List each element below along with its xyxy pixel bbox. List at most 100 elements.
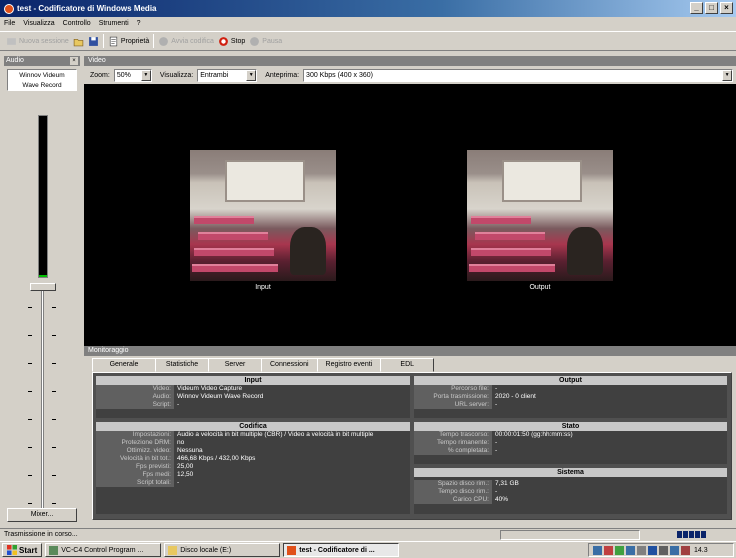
slider-tick bbox=[52, 419, 56, 420]
status-bar: Trasmissione in corso... bbox=[0, 528, 736, 540]
state-label: Tempo trascorso: bbox=[414, 431, 492, 439]
zoom-select[interactable]: 50% ▼ bbox=[113, 68, 152, 82]
encoder-window: test - Codificatore di Windows Media _ □… bbox=[0, 0, 736, 558]
input-section-title: Input bbox=[96, 376, 410, 385]
seat-row bbox=[198, 232, 268, 240]
chevron-down-icon[interactable]: ▼ bbox=[722, 69, 733, 81]
input-label: Script: bbox=[96, 401, 174, 409]
input-video-frame bbox=[190, 150, 336, 281]
tray-icon[interactable] bbox=[604, 545, 613, 555]
tray-icon[interactable] bbox=[659, 545, 668, 555]
tray-icon[interactable] bbox=[593, 545, 602, 555]
taskbar: Start VC-C4 Control Program ... Disco lo… bbox=[0, 541, 736, 558]
menu-tools[interactable]: Strumenti bbox=[99, 20, 129, 27]
toolbar: Nuova sessione Proprietà Avvia codifica … bbox=[0, 31, 736, 51]
encoding-value: Audio a velocità in bit multiple (CBR) /… bbox=[177, 431, 374, 438]
app-icon bbox=[4, 3, 14, 14]
encoding-value: no bbox=[177, 439, 185, 446]
tray-icon[interactable] bbox=[670, 545, 679, 555]
tab-event-log[interactable]: Registro eventi bbox=[316, 358, 382, 372]
state-section-title: Stato bbox=[414, 422, 727, 431]
monitor-panel-header: Monitoraggio bbox=[84, 346, 736, 356]
task-button-local-disk[interactable]: Disco locale (E:) bbox=[164, 543, 281, 557]
chevron-down-icon[interactable]: ▼ bbox=[140, 69, 151, 81]
tray-icon[interactable] bbox=[648, 545, 657, 555]
input-section: Input Video: Videum Video Capture Audio: W… bbox=[96, 376, 410, 418]
mixer-button[interactable]: Mixer... bbox=[7, 508, 77, 522]
output-label: Porta trasmissione: bbox=[414, 393, 492, 401]
input-label: Video: bbox=[96, 385, 174, 393]
minimize-button[interactable]: _ bbox=[690, 2, 703, 14]
open-icon[interactable] bbox=[73, 36, 84, 47]
tray-icon[interactable] bbox=[615, 545, 624, 555]
slider-tick bbox=[28, 419, 32, 420]
menu-help[interactable]: ? bbox=[137, 20, 141, 27]
start-encoding-icon bbox=[159, 36, 169, 46]
stop-icon bbox=[218, 36, 228, 46]
tab-general[interactable]: Generale bbox=[92, 358, 156, 372]
output-value: - bbox=[495, 401, 498, 408]
volume-slider-thumb[interactable] bbox=[30, 283, 56, 291]
menu-control[interactable]: Controllo bbox=[63, 20, 91, 27]
new-session-button[interactable]: Nuova sessione bbox=[6, 36, 69, 47]
preview-label: Anteprima: bbox=[265, 71, 300, 79]
output-value: 2020 - 0 client bbox=[495, 393, 536, 400]
encoding-label: Fps previsti: bbox=[96, 463, 174, 471]
monitor-tabs: Generale Statistiche Server Connessioni … bbox=[92, 358, 435, 372]
video-panel-header: Video bbox=[84, 56, 736, 66]
volume-slider-track[interactable] bbox=[41, 285, 44, 511]
close-button[interactable]: × bbox=[720, 2, 733, 14]
output-label: Percorso file: bbox=[414, 385, 492, 393]
encoding-section-title: Codifica bbox=[96, 422, 410, 431]
state-label: % completata: bbox=[414, 447, 492, 455]
slider-tick bbox=[52, 307, 56, 308]
audio-device-box[interactable]: Winnov Videum Wave Record bbox=[7, 69, 77, 91]
input-value: Winnov Videum Wave Record bbox=[177, 393, 264, 400]
state-value: - bbox=[495, 447, 498, 454]
stop-button[interactable]: Stop bbox=[218, 36, 245, 47]
projection-screen bbox=[225, 160, 305, 202]
tab-server[interactable]: Server bbox=[208, 358, 262, 372]
slider-tick bbox=[52, 391, 56, 392]
seat-row bbox=[475, 232, 545, 240]
start-button[interactable]: Start bbox=[2, 543, 43, 557]
chevron-down-icon[interactable]: ▼ bbox=[246, 69, 257, 81]
start-encoding-button[interactable]: Avvia codifica bbox=[158, 36, 214, 47]
maximize-button[interactable]: □ bbox=[705, 2, 718, 14]
audio-level-meter bbox=[28, 111, 58, 511]
pause-button[interactable]: Pausa bbox=[249, 36, 282, 47]
preview-select[interactable]: 300 Kbps (400 x 360) ▼ bbox=[303, 68, 734, 82]
task-button-control-program[interactable]: VC-C4 Control Program ... bbox=[45, 543, 162, 557]
status-segment bbox=[500, 530, 640, 540]
encoding-value: Nessuna bbox=[177, 447, 203, 454]
tray-icon[interactable] bbox=[637, 545, 646, 555]
save-icon[interactable] bbox=[88, 36, 99, 47]
view-label: Visualizza: bbox=[159, 71, 194, 79]
projection-screen bbox=[502, 160, 582, 202]
encoding-label: Impostazioni: bbox=[96, 431, 174, 439]
menu-view[interactable]: Visualizza bbox=[23, 20, 54, 27]
seat-row bbox=[471, 248, 551, 256]
tray-icon[interactable] bbox=[681, 545, 690, 555]
slider-tick bbox=[28, 335, 32, 336]
new-session-icon bbox=[7, 37, 16, 45]
task-button-encoder[interactable]: test - Codificatore di ... bbox=[283, 543, 400, 557]
tab-connections[interactable]: Connessioni bbox=[261, 358, 318, 372]
folder-icon bbox=[168, 545, 178, 555]
video-panel: Video Zoom: 50% ▼ Visualizza: Entrambi ▼ A… bbox=[84, 56, 736, 346]
tab-statistics[interactable]: Statistiche bbox=[155, 358, 209, 372]
menu-file[interactable]: File bbox=[4, 20, 15, 27]
tab-edl[interactable]: EDL bbox=[380, 358, 435, 372]
slider-tick bbox=[28, 307, 32, 308]
toolbar-separator bbox=[153, 34, 155, 48]
seat-row bbox=[469, 264, 555, 272]
tray-icon[interactable] bbox=[626, 545, 635, 555]
properties-button[interactable]: Proprietà bbox=[108, 36, 149, 47]
activity-indicator bbox=[677, 531, 706, 538]
seat-row bbox=[192, 264, 278, 272]
view-select[interactable]: Entrambi ▼ bbox=[197, 68, 258, 82]
encoding-section: Codifica Impostazioni: Audio a velocità i… bbox=[96, 422, 410, 514]
system-value: 40% bbox=[495, 496, 509, 503]
close-icon[interactable]: × bbox=[70, 57, 78, 65]
video-toolbar: Zoom: 50% ▼ Visualizza: Entrambi ▼ Antepri… bbox=[84, 66, 736, 84]
